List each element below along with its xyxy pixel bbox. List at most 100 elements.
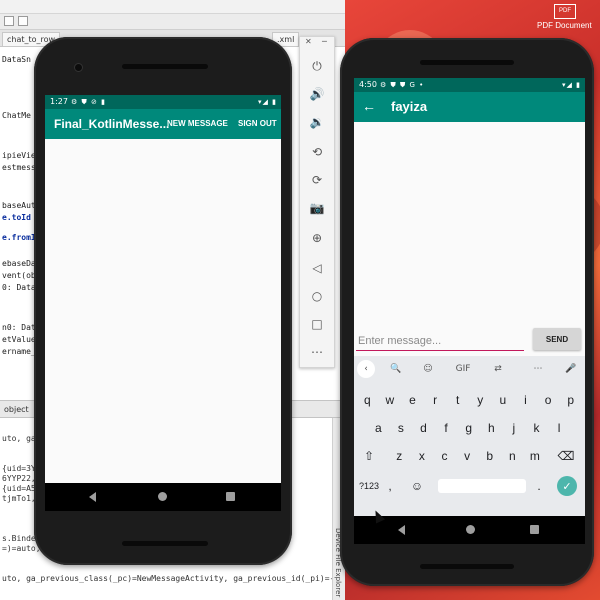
nav-back-icon[interactable] bbox=[89, 492, 96, 502]
camera-icon[interactable]: 📷 bbox=[306, 197, 328, 219]
status-icons: ⚙ ⛊ ⛊ G • bbox=[380, 81, 425, 89]
comma-key[interactable]: , bbox=[382, 474, 398, 498]
sign-out-button[interactable]: SIGN OUT bbox=[238, 109, 277, 139]
message-list[interactable] bbox=[45, 139, 281, 483]
letter-key-i[interactable]: i bbox=[514, 388, 537, 412]
speaker-grille bbox=[122, 541, 208, 546]
more-icon[interactable]: ⋯ bbox=[306, 341, 328, 363]
status-icons: ⚙ ⛊ ⊘ ▮ bbox=[71, 98, 106, 106]
rotate-left-icon[interactable]: ⟲ bbox=[306, 141, 328, 163]
chat-log[interactable] bbox=[354, 122, 585, 322]
letter-key-z[interactable]: z bbox=[388, 444, 411, 468]
close-icon[interactable]: ✕ bbox=[305, 37, 312, 47]
emulator-window-controls: ✕ ─ bbox=[300, 37, 334, 49]
keyboard-row: ?123 , ☺ . ✓ bbox=[354, 474, 585, 498]
nav-home-icon[interactable] bbox=[158, 492, 167, 501]
letter-key-d[interactable]: d bbox=[412, 416, 435, 440]
sticker-icon[interactable]: ☺ bbox=[419, 360, 437, 378]
pdf-file-label[interactable]: PDF Document bbox=[537, 21, 592, 30]
pdf-file-icon[interactable]: PDF bbox=[554, 4, 576, 19]
nav-home-icon[interactable] bbox=[466, 525, 475, 534]
letter-key-l[interactable]: l bbox=[548, 416, 571, 440]
letter-key-t[interactable]: t bbox=[446, 388, 469, 412]
volume-up-icon[interactable]: 🔊 bbox=[306, 83, 328, 105]
more-icon[interactable]: ⋯ bbox=[529, 360, 547, 378]
app-title: Final_KotlinMesse... bbox=[54, 117, 170, 131]
space-key[interactable] bbox=[438, 479, 526, 493]
log-line: {uid=A5 bbox=[2, 484, 36, 493]
letter-key-n[interactable]: n bbox=[501, 444, 524, 468]
keyboard-row: ⇧ ⌫ zxcvbnm bbox=[354, 444, 585, 468]
letter-key-w[interactable]: w bbox=[379, 388, 402, 412]
letter-key-p[interactable]: p bbox=[559, 388, 582, 412]
emoji-key[interactable]: ☺ bbox=[408, 474, 426, 498]
minimize-icon[interactable]: ─ bbox=[322, 37, 327, 47]
navigation-bar bbox=[45, 483, 281, 511]
panel-tab[interactable]: object bbox=[4, 403, 29, 417]
toolbar-button[interactable] bbox=[4, 16, 14, 26]
letter-key-q[interactable]: q bbox=[356, 388, 379, 412]
letter-key-j[interactable]: j bbox=[503, 416, 526, 440]
code-line: ChatMe bbox=[2, 111, 31, 120]
letter-key-x[interactable]: x bbox=[411, 444, 434, 468]
chat-title: fayiza bbox=[391, 99, 428, 114]
code-line: DataSn bbox=[2, 55, 31, 64]
letter-key-e[interactable]: e bbox=[401, 388, 424, 412]
letter-key-m[interactable]: m bbox=[524, 444, 547, 468]
status-time: 1:27 bbox=[50, 97, 68, 106]
emulator-toolbar: ✕ ─ ⏻ 🔊 🔉 ⟲ ⟳ 📷 ⊕ ◁ ○ □ ⋯ bbox=[299, 36, 335, 368]
code-line: e.toId bbox=[2, 213, 31, 222]
volume-down-icon[interactable]: 🔉 bbox=[306, 111, 328, 133]
letter-key-a[interactable]: a bbox=[367, 416, 390, 440]
zoom-icon[interactable]: ⊕ bbox=[306, 227, 328, 249]
nav-recent-icon[interactable] bbox=[226, 492, 235, 501]
home-icon[interactable]: ○ bbox=[306, 285, 328, 307]
status-time: 4:50 bbox=[359, 80, 377, 89]
letter-key-s[interactable]: s bbox=[390, 416, 413, 440]
translate-icon[interactable]: ⇄ bbox=[489, 360, 507, 378]
letter-key-b[interactable]: b bbox=[478, 444, 501, 468]
letter-key-v[interactable]: v bbox=[456, 444, 479, 468]
gif-button[interactable]: GIF bbox=[452, 360, 474, 378]
speaker-grille bbox=[420, 60, 514, 65]
log-line: s.Binde bbox=[2, 534, 36, 543]
status-signal-battery: ▾◢ ▮ bbox=[562, 81, 581, 89]
new-message-button[interactable]: NEW MESSAGE bbox=[167, 109, 228, 139]
right-phone-screen: 4:50 ⚙ ⛊ ⛊ G • ▾◢ ▮ ← fayiza SEND ‹ 🔍 ☺ GIF… bbox=[354, 78, 585, 544]
letter-key-r[interactable]: r bbox=[424, 388, 447, 412]
letter-key-g[interactable]: g bbox=[457, 416, 480, 440]
back-icon[interactable]: ◁ bbox=[306, 257, 328, 279]
ide-menubar bbox=[0, 0, 345, 14]
letter-key-c[interactable]: c bbox=[433, 444, 456, 468]
letter-key-u[interactable]: u bbox=[492, 388, 515, 412]
log-line: =)=auto, bbox=[2, 544, 41, 553]
letter-key-o[interactable]: o bbox=[537, 388, 560, 412]
overview-icon[interactable]: □ bbox=[306, 313, 328, 335]
navigation-bar bbox=[354, 516, 585, 544]
microphone-icon[interactable]: 🎤 bbox=[562, 360, 580, 378]
nav-back-icon[interactable] bbox=[398, 525, 405, 535]
letter-key-y[interactable]: y bbox=[469, 388, 492, 412]
soft-keyboard: ‹ 🔍 ☺ GIF ⇄ ⋯ 🎤 qwertyuiop asdfghjkl ⇧ ⌫ zxcvb… bbox=[354, 356, 585, 522]
log-line: 6YYP22, bbox=[2, 474, 36, 483]
period-key[interactable]: . bbox=[532, 474, 546, 498]
letter-key-h[interactable]: h bbox=[480, 416, 503, 440]
collapse-icon[interactable]: ‹ bbox=[357, 360, 375, 378]
shift-key[interactable]: ⇧ bbox=[358, 444, 380, 468]
rotate-right-icon[interactable]: ⟳ bbox=[306, 169, 328, 191]
log-line: uto, ga_previous_class(_pc)=NewMessageAc… bbox=[2, 574, 345, 583]
enter-key[interactable]: ✓ bbox=[557, 476, 577, 496]
symbols-key[interactable]: ?123 bbox=[356, 474, 382, 498]
speaker-grille bbox=[122, 64, 208, 69]
delete-key[interactable]: ⌫ bbox=[553, 444, 579, 468]
send-button[interactable]: SEND bbox=[533, 328, 581, 350]
code-line: estmess bbox=[2, 163, 36, 172]
power-icon[interactable]: ⏻ bbox=[306, 55, 328, 77]
message-input[interactable] bbox=[356, 331, 524, 351]
nav-recent-icon[interactable] bbox=[530, 525, 539, 534]
back-arrow-icon[interactable]: ← bbox=[362, 98, 378, 114]
letter-key-f[interactable]: f bbox=[435, 416, 458, 440]
toolbar-button[interactable] bbox=[18, 16, 28, 26]
search-icon[interactable]: 🔍 bbox=[387, 360, 405, 378]
letter-key-k[interactable]: k bbox=[525, 416, 548, 440]
